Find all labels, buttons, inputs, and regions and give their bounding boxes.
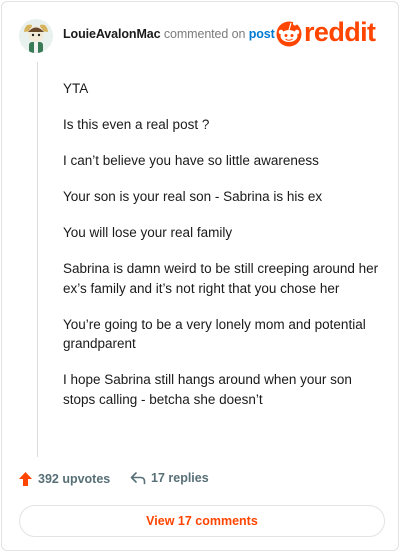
upvote-button[interactable]: 392 upvotes (18, 471, 110, 487)
reddit-wordmark: reddit (304, 17, 376, 47)
reddit-snoo-icon (276, 21, 302, 47)
comment-paragraph: Your son is your real son - Sabrina is h… (63, 189, 323, 204)
username-link[interactable]: LouieAvalonMac (63, 27, 161, 41)
comment-paragraph: You will lose your real family (63, 225, 233, 240)
comment-paragraph: I can’t believe you have so little aware… (63, 153, 319, 168)
comment-paragraph: Sabrina is damn weird to be still creepi… (63, 261, 379, 296)
upvote-arrow-icon (19, 472, 32, 486)
meta-verb: commented on (163, 27, 246, 41)
comment-body: YTA Is this even a real post ? I can’t b… (63, 79, 383, 426)
comment-meta: LouieAvalonMac commented on post (63, 27, 275, 41)
comment-card: LouieAvalonMac commented on post reddit … (1, 1, 399, 551)
thread-line[interactable] (37, 62, 38, 457)
reply-count: 17 replies (151, 471, 209, 485)
avatar-icon (19, 19, 53, 53)
view-comments-button[interactable]: View 17 comments (19, 505, 385, 537)
comment-paragraph: I hope Sabrina still hangs around when y… (63, 372, 352, 407)
reply-arrow-icon (130, 472, 146, 485)
avatar[interactable] (19, 19, 53, 53)
upvote-count: 392 upvotes (38, 472, 111, 486)
reddit-logo[interactable]: reddit (276, 17, 382, 48)
comment-paragraph: Is this even a real post ? (63, 117, 210, 132)
post-link[interactable]: post (249, 27, 275, 41)
comment-paragraph: You’re going to be a very lonely mom and… (63, 316, 366, 352)
replies-button[interactable]: 17 replies (130, 471, 209, 485)
comment-paragraph: YTA (63, 81, 89, 96)
comment-header: LouieAvalonMac commented on post reddit (19, 15, 382, 55)
